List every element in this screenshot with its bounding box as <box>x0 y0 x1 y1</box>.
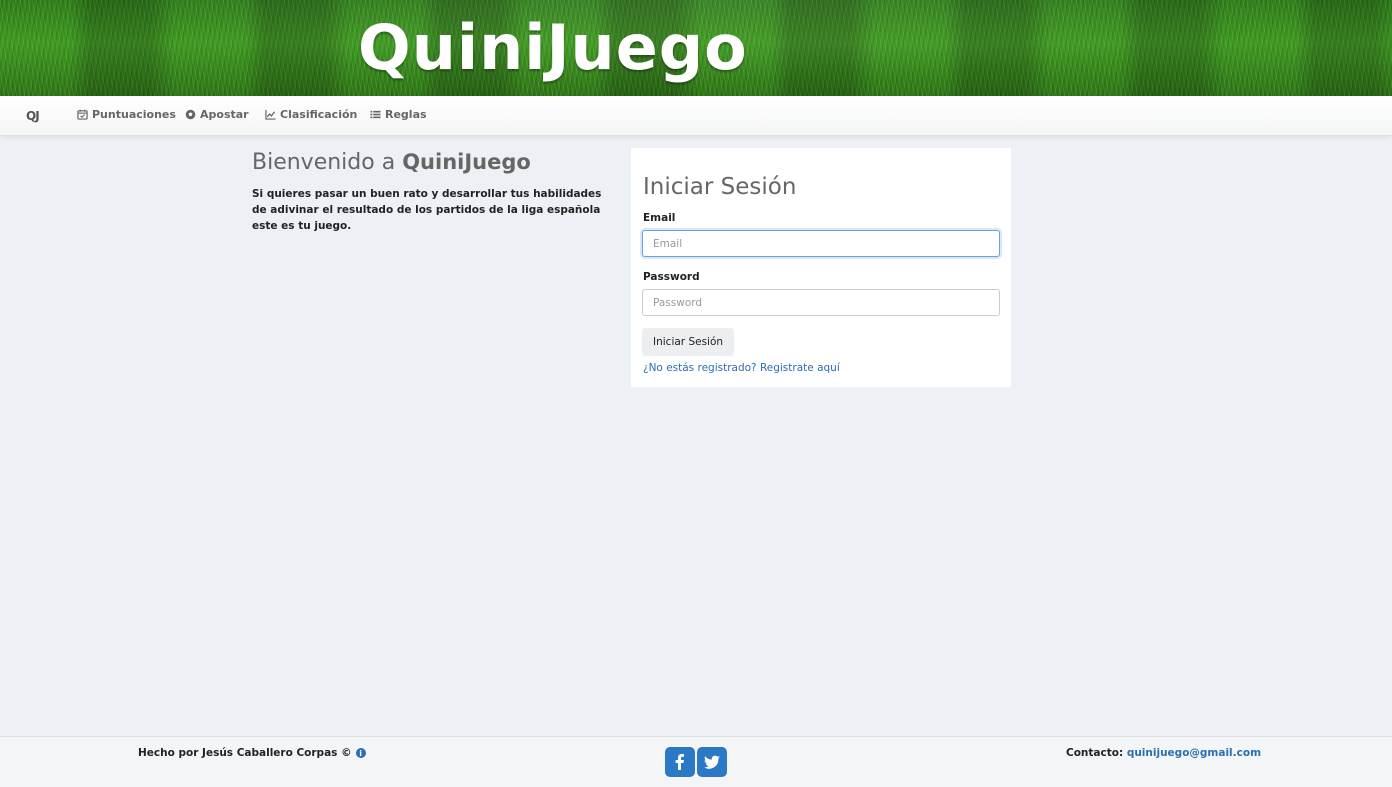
facebook-icon[interactable] <box>665 747 695 777</box>
nav-item-clasificacion[interactable]: Clasificación <box>264 108 357 121</box>
twitter-icon[interactable] <box>697 747 727 777</box>
welcome-text: Si quieres pasar un buen rato y desarrol… <box>252 188 602 232</box>
email-field[interactable] <box>642 230 1000 257</box>
calendar-check-icon <box>76 109 88 121</box>
nav-item-label: Puntuaciones <box>92 108 176 121</box>
login-title: Iniciar Sesión <box>643 174 797 200</box>
nav-item-label: Reglas <box>385 108 427 121</box>
nav-item-label: Clasificación <box>280 108 358 121</box>
info-icon[interactable]: i <box>355 748 366 758</box>
nav-item-apostar[interactable]: Apostar <box>184 108 249 121</box>
navbar: QJ Puntuaciones Apostar Clasificación Re… <box>0 96 1392 136</box>
email-label: Email <box>643 212 676 224</box>
footer-credit: Hecho por Jesús Caballero Corpas © i <box>138 747 366 759</box>
line-chart-icon <box>264 109 276 121</box>
nav-item-reglas[interactable]: Reglas <box>369 108 427 121</box>
welcome-title: Bienvenido a QuiniJuego <box>252 150 531 175</box>
welcome-title-brand: QuiniJuego <box>402 150 531 174</box>
footer-contact: Contacto: quinijuego@gmail.com <box>1066 747 1261 759</box>
register-link[interactable]: ¿No estás registrado? Registrate aquí <box>643 362 840 374</box>
site-logo[interactable]: QuiniJuego <box>358 10 748 90</box>
login-button[interactable]: Iniciar Sesión <box>642 328 735 356</box>
contact-label: Contacto: <box>1066 747 1124 759</box>
nav-item-label: Apostar <box>200 108 249 121</box>
password-field[interactable] <box>642 289 1000 316</box>
social-links <box>665 747 727 777</box>
footer: Hecho por Jesús Caballero Corpas © i Con… <box>0 736 1392 787</box>
nav-item-puntuaciones[interactable]: Puntuaciones <box>76 108 176 121</box>
welcome-title-prefix: Bienvenido a <box>252 150 396 175</box>
footer-credit-text: Hecho por Jesús Caballero Corpas © <box>138 747 352 759</box>
soccer-ball-icon <box>184 109 196 121</box>
list-icon <box>369 109 381 121</box>
password-label: Password <box>643 271 700 283</box>
navbar-brand[interactable]: QJ <box>26 109 40 123</box>
header-banner: QuiniJuego <box>0 0 1392 96</box>
login-card: Iniciar Sesión Email Password Iniciar Se… <box>631 148 1011 387</box>
contact-email-link[interactable]: quinijuego@gmail.com <box>1127 747 1261 759</box>
